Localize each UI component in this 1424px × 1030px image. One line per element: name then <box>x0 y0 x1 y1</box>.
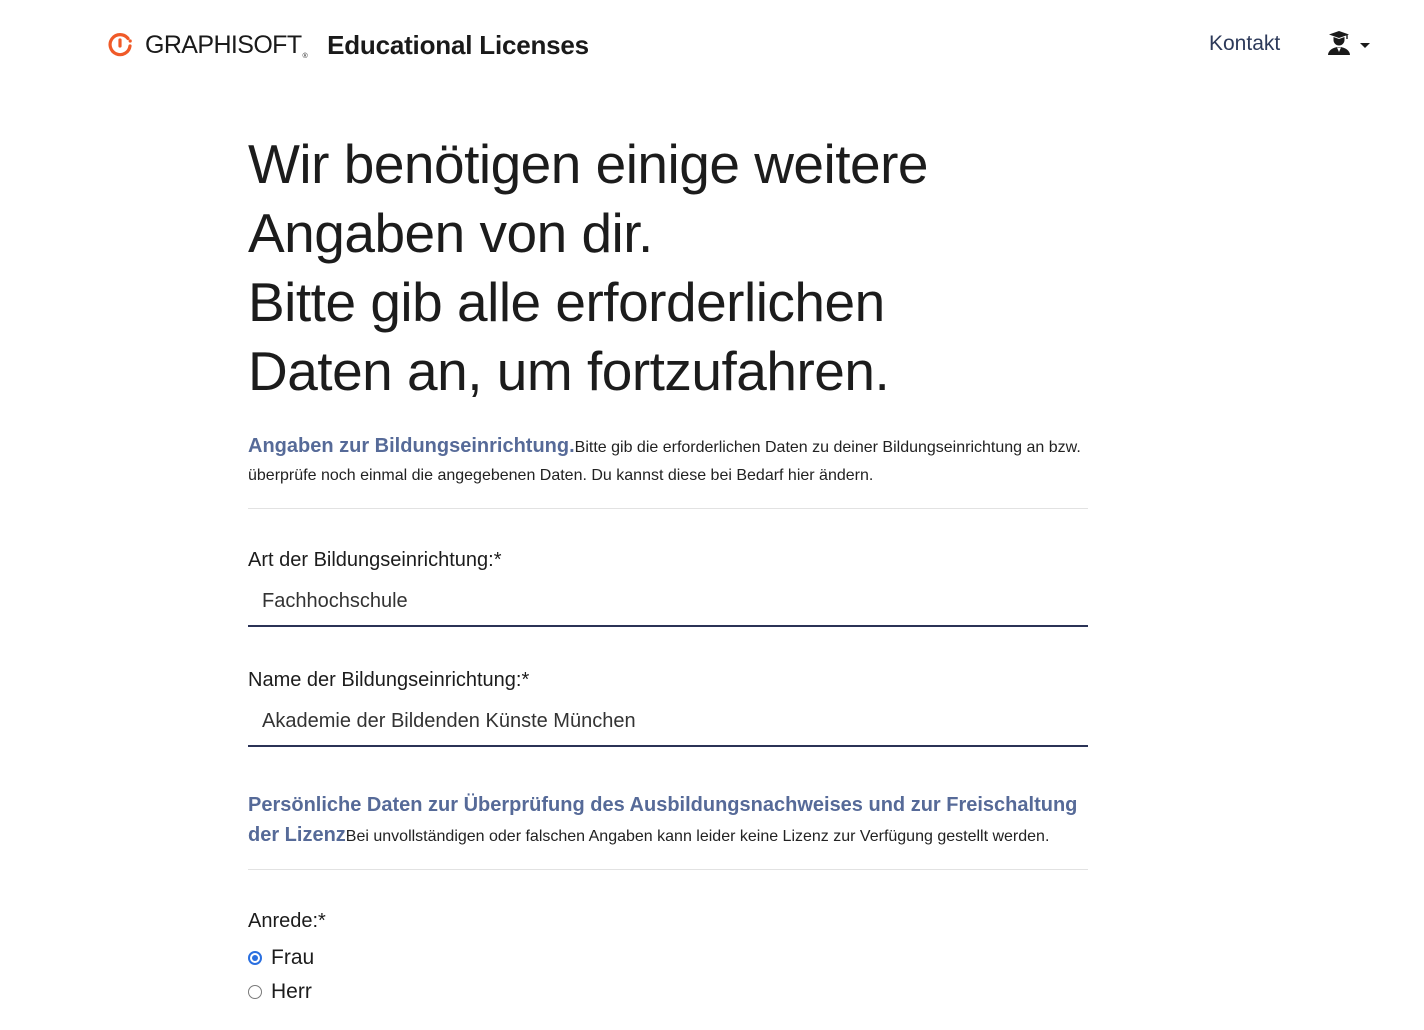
headline-line-4: Daten an, um fortzufahren. <box>248 340 890 402</box>
institution-section-intro: Angaben zur Bildungseinrichtung.Bitte gi… <box>248 432 1088 490</box>
institution-name-input[interactable] <box>248 706 1088 747</box>
salutation-label: Anrede:* <box>248 910 326 932</box>
radio-option-frau[interactable]: Frau <box>248 941 1088 975</box>
graphisoft-logo[interactable]: GRAPHISOFT® Educational Licenses <box>107 30 589 60</box>
graphisoft-logo-icon <box>108 33 132 57</box>
institution-section-title: Angaben zur Bildungseinrichtung. <box>248 435 575 457</box>
app-title: Educational Licenses <box>327 29 589 60</box>
top-header: GRAPHISOFT® Educational Licenses Kontakt <box>0 0 1424 90</box>
section-divider <box>248 508 1088 509</box>
brand-name: GRAPHISOFT® <box>145 30 308 60</box>
institution-name-field: Name der Bildungseinrichtung:* <box>248 669 1088 747</box>
radio-label-frau: Frau <box>271 946 315 969</box>
radio-button-frau[interactable] <box>248 951 262 965</box>
user-menu-toggle[interactable] <box>1327 30 1370 56</box>
radio-option-herr[interactable]: Herr <box>248 975 1088 1009</box>
salutation-radio-group: Anrede:* Frau Herr <box>248 910 1088 1009</box>
page-headline: Wir benötigen einige weitere Angaben von… <box>248 130 1088 406</box>
personal-section-text: Bei unvollständigen oder falschen Angabe… <box>345 828 1050 845</box>
contact-link[interactable]: Kontakt <box>1209 32 1280 56</box>
institution-type-field: Art der Bildungseinrichtung:* <box>248 549 1088 627</box>
headline-line-3: Bitte gib alle erforderlichen <box>248 271 885 333</box>
radio-button-herr[interactable] <box>248 985 262 999</box>
student-avatar-icon <box>1328 31 1350 55</box>
main-content: Wir benötigen einige weitere Angaben von… <box>248 130 1088 1009</box>
radio-label-herr: Herr <box>271 980 312 1003</box>
personal-section-intro: Persönliche Daten zur Überprüfung des Au… <box>248 791 1088 851</box>
section-divider <box>248 869 1088 870</box>
institution-name-label: Name der Bildungseinrichtung:* <box>248 669 530 691</box>
institution-type-label: Art der Bildungseinrichtung:* <box>248 549 502 571</box>
headline-line-2: Angaben von dir. <box>248 202 653 264</box>
headline-line-1: Wir benötigen einige weitere <box>248 133 929 195</box>
chevron-down-icon <box>1360 42 1370 48</box>
institution-type-input[interactable] <box>248 586 1088 627</box>
